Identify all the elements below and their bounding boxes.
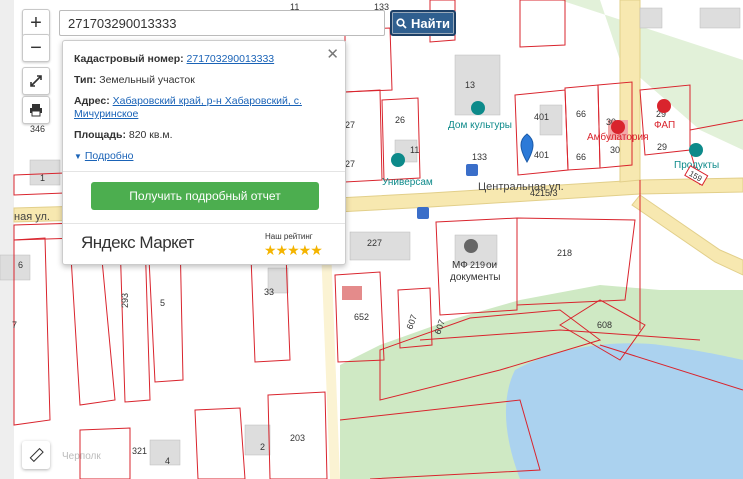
parcel-number: 30 xyxy=(610,145,620,155)
address-value[interactable]: Хабаровский край, р-н Хабаровский, с. xyxy=(113,95,302,107)
parcel-number: 26 xyxy=(395,115,405,125)
printer-icon xyxy=(30,104,42,117)
parcel-number: 346 xyxy=(30,124,45,134)
poi-label: ои xyxy=(486,260,497,271)
bus-stop-icon xyxy=(417,207,429,219)
caret-down-icon: ▼ xyxy=(74,152,82,161)
area-label: Площадь: xyxy=(74,129,126,141)
parcel-number: 13 xyxy=(465,80,475,90)
street-label: ная ул. xyxy=(14,211,50,223)
lake xyxy=(505,343,743,479)
details-link: Подробно xyxy=(84,150,134,162)
shop-icon xyxy=(391,153,405,167)
minus-icon: − xyxy=(30,36,42,59)
parcel-number: 401 xyxy=(534,112,549,122)
divider xyxy=(63,223,345,224)
expand-icon xyxy=(30,75,42,87)
zoom-out-button[interactable]: − xyxy=(22,34,50,62)
parcel-number: 2 xyxy=(260,442,265,452)
parcel-number: 27 xyxy=(345,120,355,130)
shop-icon xyxy=(689,143,703,157)
parcel-number: 321 xyxy=(132,446,147,456)
mfc-icon xyxy=(464,239,478,253)
area-value: 820 кв.м. xyxy=(128,129,173,141)
culture-icon xyxy=(471,101,485,115)
cadastral-number-link[interactable]: 271703290013333 xyxy=(187,53,275,65)
parcel-number: 6 xyxy=(18,260,23,270)
parcel-number: 227 xyxy=(367,238,382,248)
watermark-label: Черполк xyxy=(62,451,101,462)
ruler-button[interactable] xyxy=(22,441,50,469)
address-label: Адрес: xyxy=(74,95,110,107)
parcel-number: 11 xyxy=(410,145,419,155)
parcel-number: 203 xyxy=(290,433,305,443)
parcel-number: 27 xyxy=(345,159,355,169)
poi-label: МФ xyxy=(452,260,468,271)
close-icon[interactable]: ✕ xyxy=(326,45,339,63)
parcel-number: 5 xyxy=(160,298,165,308)
type-value: Земельный участок xyxy=(99,74,195,86)
parcel-number: 33 xyxy=(264,287,274,297)
parcel-number: 133 xyxy=(472,152,487,162)
divider xyxy=(63,171,345,172)
parcel-number: 219 xyxy=(470,260,485,270)
brand-logo[interactable]: Яндекс Маркет xyxy=(81,233,194,253)
cadastral-label: Кадастровый номер: xyxy=(74,53,184,65)
poi-label: документы xyxy=(450,272,501,283)
report-button-label: Получить подробный отчет xyxy=(129,189,281,203)
fullscreen-button[interactable] xyxy=(22,67,50,95)
rating-label: Наш рейтинг xyxy=(265,232,313,241)
street-label: Центральная ул. xyxy=(478,181,564,193)
medical-icon xyxy=(657,99,671,113)
plus-icon: + xyxy=(30,11,42,34)
parcel-number: 608 xyxy=(597,320,612,330)
ruler-icon xyxy=(29,447,44,463)
parcel-number: 652 xyxy=(354,312,369,322)
parcel-number: 218 xyxy=(557,248,572,258)
details-toggle[interactable]: ▼ Подробно xyxy=(74,150,133,162)
zoom-in-button[interactable]: + xyxy=(22,9,50,37)
bus-stop-icon xyxy=(466,164,478,176)
parcel-number: 66 xyxy=(576,109,586,119)
search-button-label: Найти xyxy=(411,15,450,31)
parcel-number: 401 xyxy=(534,150,549,160)
medical-icon xyxy=(611,120,625,134)
search-button[interactable]: Найти xyxy=(390,10,456,36)
poi-label: Дом культуры xyxy=(448,120,512,131)
print-button[interactable] xyxy=(22,96,50,124)
poi-label: Универсам xyxy=(382,177,433,188)
address-value-cont[interactable]: Мичуринское xyxy=(74,108,138,120)
rating-stars: ★★★★★ xyxy=(264,242,323,258)
search-icon xyxy=(396,17,407,29)
parcel-number: 29 xyxy=(657,142,667,152)
parcel-number: 1 xyxy=(40,173,45,183)
parcel-number: 4 xyxy=(165,456,170,466)
parcel-number: 66 xyxy=(576,152,586,162)
parcel-number: 7 xyxy=(12,320,17,330)
poi-label: ФАП xyxy=(654,120,675,131)
parcel-number: 293 xyxy=(120,293,130,308)
search-input[interactable] xyxy=(59,10,385,36)
type-label: Тип: xyxy=(74,74,97,86)
parcel-info-popup: ✕ Кадастровый номер: 271703290013333 Тип… xyxy=(62,40,346,265)
get-report-button[interactable]: Получить подробный отчет xyxy=(91,182,319,210)
